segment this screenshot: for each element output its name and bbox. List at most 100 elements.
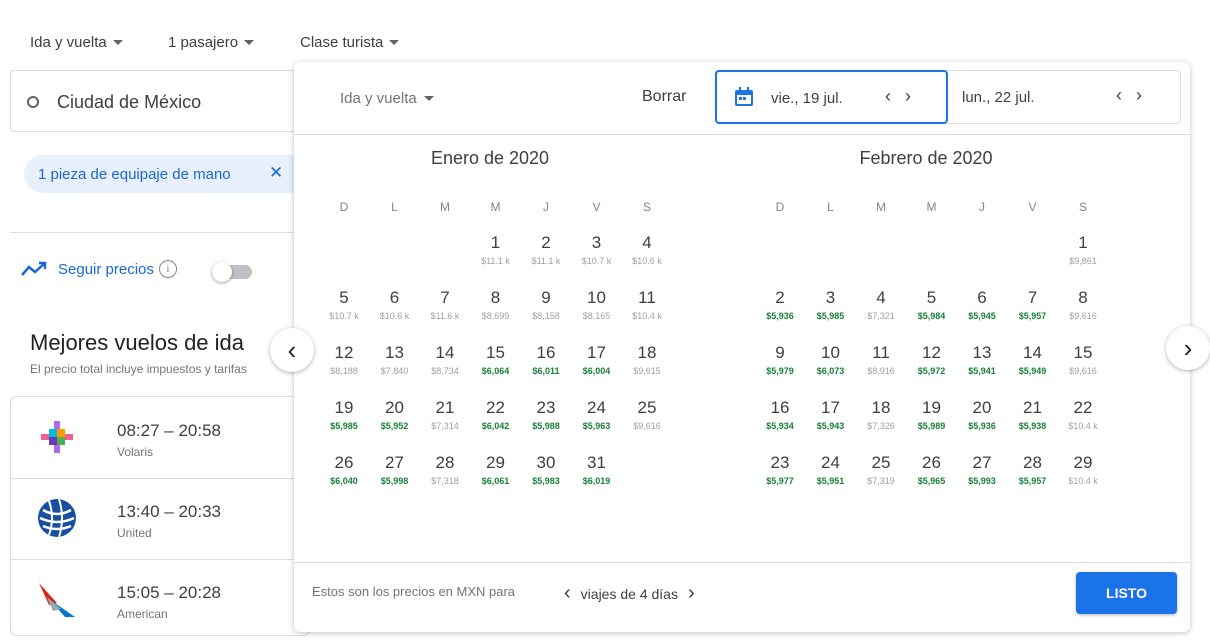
- calendar-day[interactable]: 27 $5,998: [371, 452, 419, 502]
- calendar-day[interactable]: 26 $5,965: [908, 452, 956, 502]
- calendar-day[interactable]: 5 $10.7 k: [320, 287, 368, 337]
- calendar-day[interactable]: 16 $5,934: [756, 397, 804, 447]
- calendar-day[interactable]: 24 $5,951: [807, 452, 855, 502]
- calendar-day[interactable]: 14 $5,949: [1009, 342, 1057, 392]
- calendar-day[interactable]: 1 $9,861: [1059, 232, 1107, 282]
- day-price: $8,699: [481, 311, 510, 321]
- calendar-day[interactable]: 23 $5,988: [522, 397, 570, 447]
- calendar-day[interactable]: 16 $6,011: [522, 342, 570, 392]
- chevron-right-icon[interactable]: ›: [1136, 85, 1156, 105]
- calendar-day[interactable]: 10 $6,073: [807, 342, 855, 392]
- calendar-day[interactable]: 13 $5,941: [958, 342, 1006, 392]
- calendar-day[interactable]: 8 $9,616: [1059, 287, 1107, 337]
- day-price: $10.7 k: [581, 256, 612, 266]
- calendar-day[interactable]: 11 $8,916: [857, 342, 905, 392]
- calendar-day[interactable]: 9 $5,979: [756, 342, 804, 392]
- calendar-day[interactable]: 29 $6,061: [472, 452, 520, 502]
- origin-input[interactable]: Ciudad de México: [10, 70, 310, 132]
- baggage-filter-chip[interactable]: 1 pieza de equipaje de mano ✕: [24, 155, 314, 193]
- calendar-day[interactable]: 3 $10.7 k: [573, 232, 621, 282]
- calendar-day[interactable]: 23 $5,977: [756, 452, 804, 502]
- day-number: 22: [486, 398, 505, 417]
- departure-date-field[interactable]: vie., 19 jul. ‹›: [715, 70, 948, 124]
- picker-trip-type-dropdown[interactable]: Ida y vuelta: [340, 90, 434, 107]
- calendar-day[interactable]: 11 $10.4 k: [623, 287, 671, 337]
- next-month-button[interactable]: ›: [1166, 326, 1210, 370]
- calendar-day[interactable]: 21 $7,314: [421, 397, 469, 447]
- calendar-day[interactable]: 4 $10.6 k: [623, 232, 671, 282]
- calendar-day[interactable]: 9 $8,158: [522, 287, 570, 337]
- calendar-day[interactable]: 30 $5,983: [522, 452, 570, 502]
- departure-date-arrows[interactable]: ‹›: [885, 86, 925, 107]
- calendar-day[interactable]: 8 $8,699: [472, 287, 520, 337]
- calendar-day[interactable]: 20 $5,936: [958, 397, 1006, 447]
- calendar-day[interactable]: 22 $6,042: [472, 397, 520, 447]
- flight-row[interactable]: 08:27 – 20:58 Volaris: [11, 397, 311, 479]
- calendar-day[interactable]: 18 $7,326: [857, 397, 905, 447]
- calendar-day[interactable]: 17 $5,943: [807, 397, 855, 447]
- calendar-day[interactable]: 6 $5,945: [958, 287, 1006, 337]
- calendar-day[interactable]: 13 $7,840: [371, 342, 419, 392]
- calendar-day[interactable]: 6 $10.6 k: [371, 287, 419, 337]
- day-price: $6,064: [481, 366, 510, 376]
- flight-row[interactable]: 15:05 – 20:28 American: [11, 559, 311, 640]
- day-price: $5,985: [330, 421, 358, 431]
- track-prices-label[interactable]: Seguir precios: [58, 261, 154, 278]
- chevron-left-icon[interactable]: ‹: [1116, 85, 1136, 105]
- day-number: 1: [1078, 233, 1088, 252]
- cabin-dropdown[interactable]: Clase turista: [300, 34, 400, 51]
- calendar-day[interactable]: 22 $10.4 k: [1059, 397, 1107, 447]
- calendar-day[interactable]: 26 $6,040: [320, 452, 368, 502]
- calendar-day[interactable]: 17 $6,004: [573, 342, 621, 392]
- calendar-day[interactable]: 3 $5,985: [807, 287, 855, 337]
- calendar-day[interactable]: 1 $11.1 k: [472, 232, 520, 282]
- clear-button[interactable]: Borrar: [642, 88, 686, 106]
- day-number: 29: [1073, 453, 1093, 472]
- chevron-left-icon[interactable]: ‹: [564, 582, 571, 605]
- chevron-right-icon[interactable]: ›: [905, 86, 925, 106]
- calendar-day[interactable]: 31 $6,019: [573, 452, 621, 502]
- calendar-day[interactable]: 15 $6,064: [472, 342, 520, 392]
- calendar-day[interactable]: 29 $10.4 k: [1059, 452, 1107, 502]
- calendar-day[interactable]: 2 $11.1 k: [522, 232, 570, 282]
- passengers-label: 1 pasajero: [168, 34, 239, 51]
- flight-row[interactable]: 13:40 – 20:33 United: [11, 478, 311, 560]
- day-price: $11.1 k: [481, 256, 510, 266]
- calendar-day[interactable]: 27 $5,993: [958, 452, 1006, 502]
- calendar-day[interactable]: 5 $5,984: [908, 287, 956, 337]
- calendar-day[interactable]: 25 $9,616: [623, 397, 671, 447]
- return-date-field[interactable]: lun., 22 jul. ‹›: [948, 70, 1181, 124]
- day-number: 10: [587, 288, 606, 307]
- day-price: $5,989: [917, 421, 946, 431]
- track-prices-toggle[interactable]: [212, 262, 254, 282]
- calendar-day[interactable]: 24 $5,963: [573, 397, 621, 447]
- calendar-day[interactable]: 21 $5,938: [1009, 397, 1057, 447]
- calendar-day[interactable]: 25 $7,319: [857, 452, 905, 502]
- calendar-day[interactable]: 12 $8,188: [320, 342, 368, 392]
- calendar-day[interactable]: 18 $9,615: [623, 342, 671, 392]
- calendar-day[interactable]: 19 $5,985: [320, 397, 368, 447]
- calendar-day[interactable]: 10 $8,165: [573, 287, 621, 337]
- calendar-day[interactable]: 7 $5,957: [1009, 287, 1057, 337]
- chevron-right-icon[interactable]: ›: [688, 582, 695, 605]
- calendar-day[interactable]: 14 $8,734: [421, 342, 469, 392]
- calendar-day[interactable]: 12 $5,972: [908, 342, 956, 392]
- calendar-day[interactable]: 20 $5,952: [371, 397, 419, 447]
- day-number: 12: [334, 343, 354, 362]
- calendar-day[interactable]: 28 $5,957: [1009, 452, 1057, 502]
- return-date-arrows[interactable]: ‹›: [1116, 85, 1156, 106]
- trip-type-dropdown[interactable]: Ida y vuelta: [30, 34, 123, 51]
- calendar-day[interactable]: 28 $7,318: [421, 452, 469, 502]
- calendar-day[interactable]: 15 $9,616: [1059, 342, 1107, 392]
- calendar-day[interactable]: 4 $7,321: [857, 287, 905, 337]
- passengers-dropdown[interactable]: 1 pasajero: [168, 34, 255, 51]
- calendar-day[interactable]: 7 $11.6 k: [421, 287, 469, 337]
- done-button[interactable]: LISTO: [1076, 572, 1177, 614]
- info-icon[interactable]: i: [158, 260, 177, 278]
- close-icon[interactable]: ✕: [269, 163, 283, 183]
- day-number: 22: [1073, 398, 1093, 417]
- prev-month-button[interactable]: ‹: [270, 328, 314, 372]
- calendar-day[interactable]: 19 $5,989: [908, 397, 956, 447]
- calendar-day[interactable]: 2 $5,936: [756, 287, 804, 337]
- chevron-left-icon[interactable]: ‹: [885, 86, 905, 106]
